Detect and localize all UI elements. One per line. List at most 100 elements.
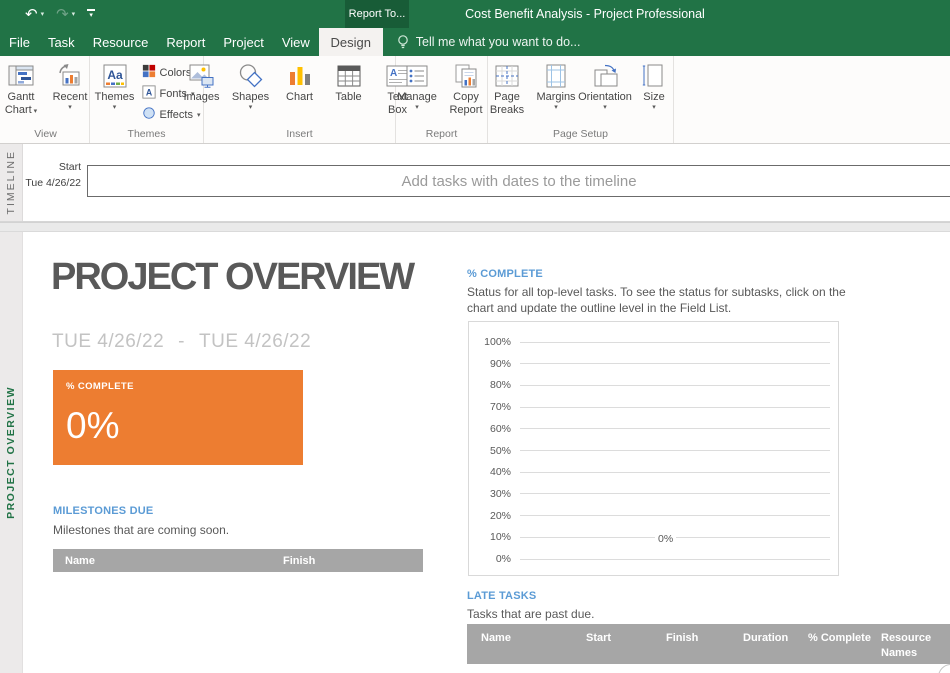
table-icon (336, 61, 362, 91)
ribbon-page-breaks-label: Breaks (490, 104, 524, 117)
y-axis-tick-label: 90% (475, 358, 511, 370)
undo-button[interactable]: ↶▾ (25, 7, 44, 22)
percent-complete-card-value: 0% (66, 405, 290, 447)
ribbon-effects-button[interactable]: Effects▾ (142, 106, 201, 123)
milestones-heading: MILESTONES DUE (53, 505, 153, 517)
window-title: Cost Benefit Analysis - Project Professi… (220, 0, 950, 28)
report-sidebar-label[interactable]: PROJECT OVERVIEW (5, 386, 17, 519)
report-date-range[interactable]: TUE 4/26/22-TUE 4/26/22 (52, 331, 311, 353)
report-title[interactable]: PROJECT OVERVIEW (51, 256, 413, 299)
late-tasks-column-start[interactable]: Start (586, 631, 666, 646)
percent-complete-chart-plot: 100%90%80%70%60%50%40%30%20%10%0% (469, 322, 838, 575)
ribbon-manage-button[interactable]: Manage▾ (393, 59, 441, 114)
ribbon-recent-button[interactable]: Recent▾ (46, 59, 94, 114)
ribbon-group-insert: ImagesShapes▾ChartTableATextBoxInsert (204, 56, 396, 143)
customize-quick-access-button[interactable]: ▾ (87, 9, 95, 19)
ribbon-group-report-label: Report (396, 127, 487, 143)
chart-heading: % COMPLETE (467, 268, 543, 280)
chart-icon (287, 61, 313, 91)
pane-splitter[interactable] (0, 222, 950, 232)
gridline (520, 342, 830, 343)
milestones-column-name[interactable]: Name (65, 555, 283, 567)
ribbon-chart-button[interactable]: Chart (276, 59, 324, 106)
chart-gridline-row: 90% (475, 357, 830, 371)
late-tasks-column-name[interactable]: Name (481, 631, 586, 646)
chevron-down-icon: ▾ (68, 104, 72, 112)
ribbon-orientation-button[interactable]: Orientation▾ (581, 59, 629, 114)
chart-description: Status for all top-level tasks. To see t… (467, 284, 871, 316)
gridline (520, 472, 830, 473)
redo-button[interactable]: ↷▾ (56, 7, 75, 22)
milestones-table-header[interactable]: NameFinish (53, 549, 423, 572)
ribbon-page-breaks-label: Page (494, 91, 520, 104)
ribbon-margins-button[interactable]: Margins▾ (532, 59, 580, 114)
chevron-down-icon: ▾ (554, 104, 558, 112)
gridline (520, 493, 830, 494)
ribbon-shapes-label: Shapes (232, 91, 269, 104)
ribbon-margins-label: Margins (536, 91, 575, 104)
tab-view[interactable]: View (273, 28, 319, 56)
late-tasks-table-header[interactable]: NameStartFinishDuration% CompleteResourc… (467, 624, 950, 664)
tab-design[interactable]: Design (319, 28, 383, 56)
shapes-icon (238, 61, 264, 91)
ribbon-copy-report-label: Copy (453, 91, 479, 104)
ribbon-themes-button[interactable]: AaThemes▾ (91, 59, 139, 114)
tab-task[interactable]: Task (39, 28, 84, 56)
timeline-add-tasks-box[interactable]: Add tasks with dates to the timeline (87, 165, 950, 197)
fonts-icon: A (142, 85, 156, 102)
percent-complete-card[interactable]: % COMPLETE 0% (53, 370, 303, 465)
ribbon-gantt-chart-label: Chart ▾ (5, 104, 37, 117)
ribbon-gantt-chart-button[interactable]: GanttChart ▾ (0, 59, 45, 118)
undo-icon: ↶ (25, 7, 38, 22)
tab-report[interactable]: Report (157, 28, 214, 56)
late-tasks-column-finish[interactable]: Finish (666, 631, 743, 646)
percent-complete-card-label: % COMPLETE (66, 381, 290, 392)
contextual-tab-report-tools[interactable]: Report To... (345, 0, 409, 28)
y-axis-tick-label: 0% (475, 553, 511, 565)
tab-resource[interactable]: Resource (84, 28, 158, 56)
milestones-column-finish[interactable]: Finish (283, 555, 403, 567)
ribbon-table-button[interactable]: Table (325, 59, 373, 106)
ribbon-group-view: GanttChart ▾Recent▾View (2, 56, 90, 143)
ribbon-chart-label: Chart (286, 91, 313, 104)
ribbon-size-button[interactable]: Size▾ (630, 59, 678, 114)
recent-chart-icon (57, 61, 83, 91)
chart-gridline-row: 60% (475, 422, 830, 436)
ribbon-shapes-button[interactable]: Shapes▾ (227, 59, 275, 114)
late-tasks-column--complete[interactable]: % Complete (808, 631, 881, 646)
y-axis-tick-label: 100% (475, 336, 511, 348)
tab-project[interactable]: Project (214, 28, 272, 56)
percent-complete-chart[interactable]: 100%90%80%70%60%50%40%30%20%10%0% 0% (468, 321, 839, 576)
ribbon-themes-label: Themes (95, 91, 135, 104)
chart-gridline-row: 70% (475, 400, 830, 414)
tabs: FileTaskResourceReportProjectViewDesign (0, 28, 383, 56)
colors-icon (142, 64, 156, 81)
ribbon-group-page-setup-label: Page Setup (488, 127, 673, 143)
ribbon-images-label: Images (183, 91, 219, 104)
page-breaks-icon (494, 61, 520, 91)
late-tasks-column-duration[interactable]: Duration (743, 631, 808, 646)
gridline (520, 450, 830, 451)
report-sidebar: PROJECT OVERVIEW (0, 232, 23, 673)
ribbon-orientation-label: Orientation (578, 91, 632, 104)
late-tasks-column-resource-names[interactable]: Resource Names (881, 631, 950, 661)
quick-access-toolbar: ↶▾ ↷▾ ▾ (0, 7, 95, 22)
svg-text:A: A (145, 88, 152, 98)
y-axis-tick-label: 60% (475, 423, 511, 435)
ribbon-images-button[interactable]: Images (178, 59, 226, 106)
chart-gridline-row: 20% (475, 509, 830, 523)
tab-file[interactable]: File (0, 28, 39, 56)
copy-report-icon (453, 61, 479, 91)
report-area: PROJECT OVERVIEW PROJECT OVERVIEW TUE 4/… (0, 232, 950, 673)
chart-gridline-row: 40% (475, 465, 830, 479)
ribbon-gantt-chart-label: Gantt (8, 91, 35, 104)
orientation-icon (592, 61, 618, 91)
tell-me[interactable]: Tell me what you want to do... (396, 28, 581, 56)
undo-dropdown-icon: ▾ (41, 10, 45, 18)
ribbon-page-breaks-button[interactable]: PageBreaks (483, 59, 531, 118)
ribbon-size-label: Size (643, 91, 664, 104)
chevron-down-icon: ▾ (197, 111, 201, 119)
chevron-down-icon: ▾ (32, 108, 37, 115)
timeline-tab[interactable]: TIMELINE (0, 144, 23, 221)
manage-icon (404, 61, 430, 91)
